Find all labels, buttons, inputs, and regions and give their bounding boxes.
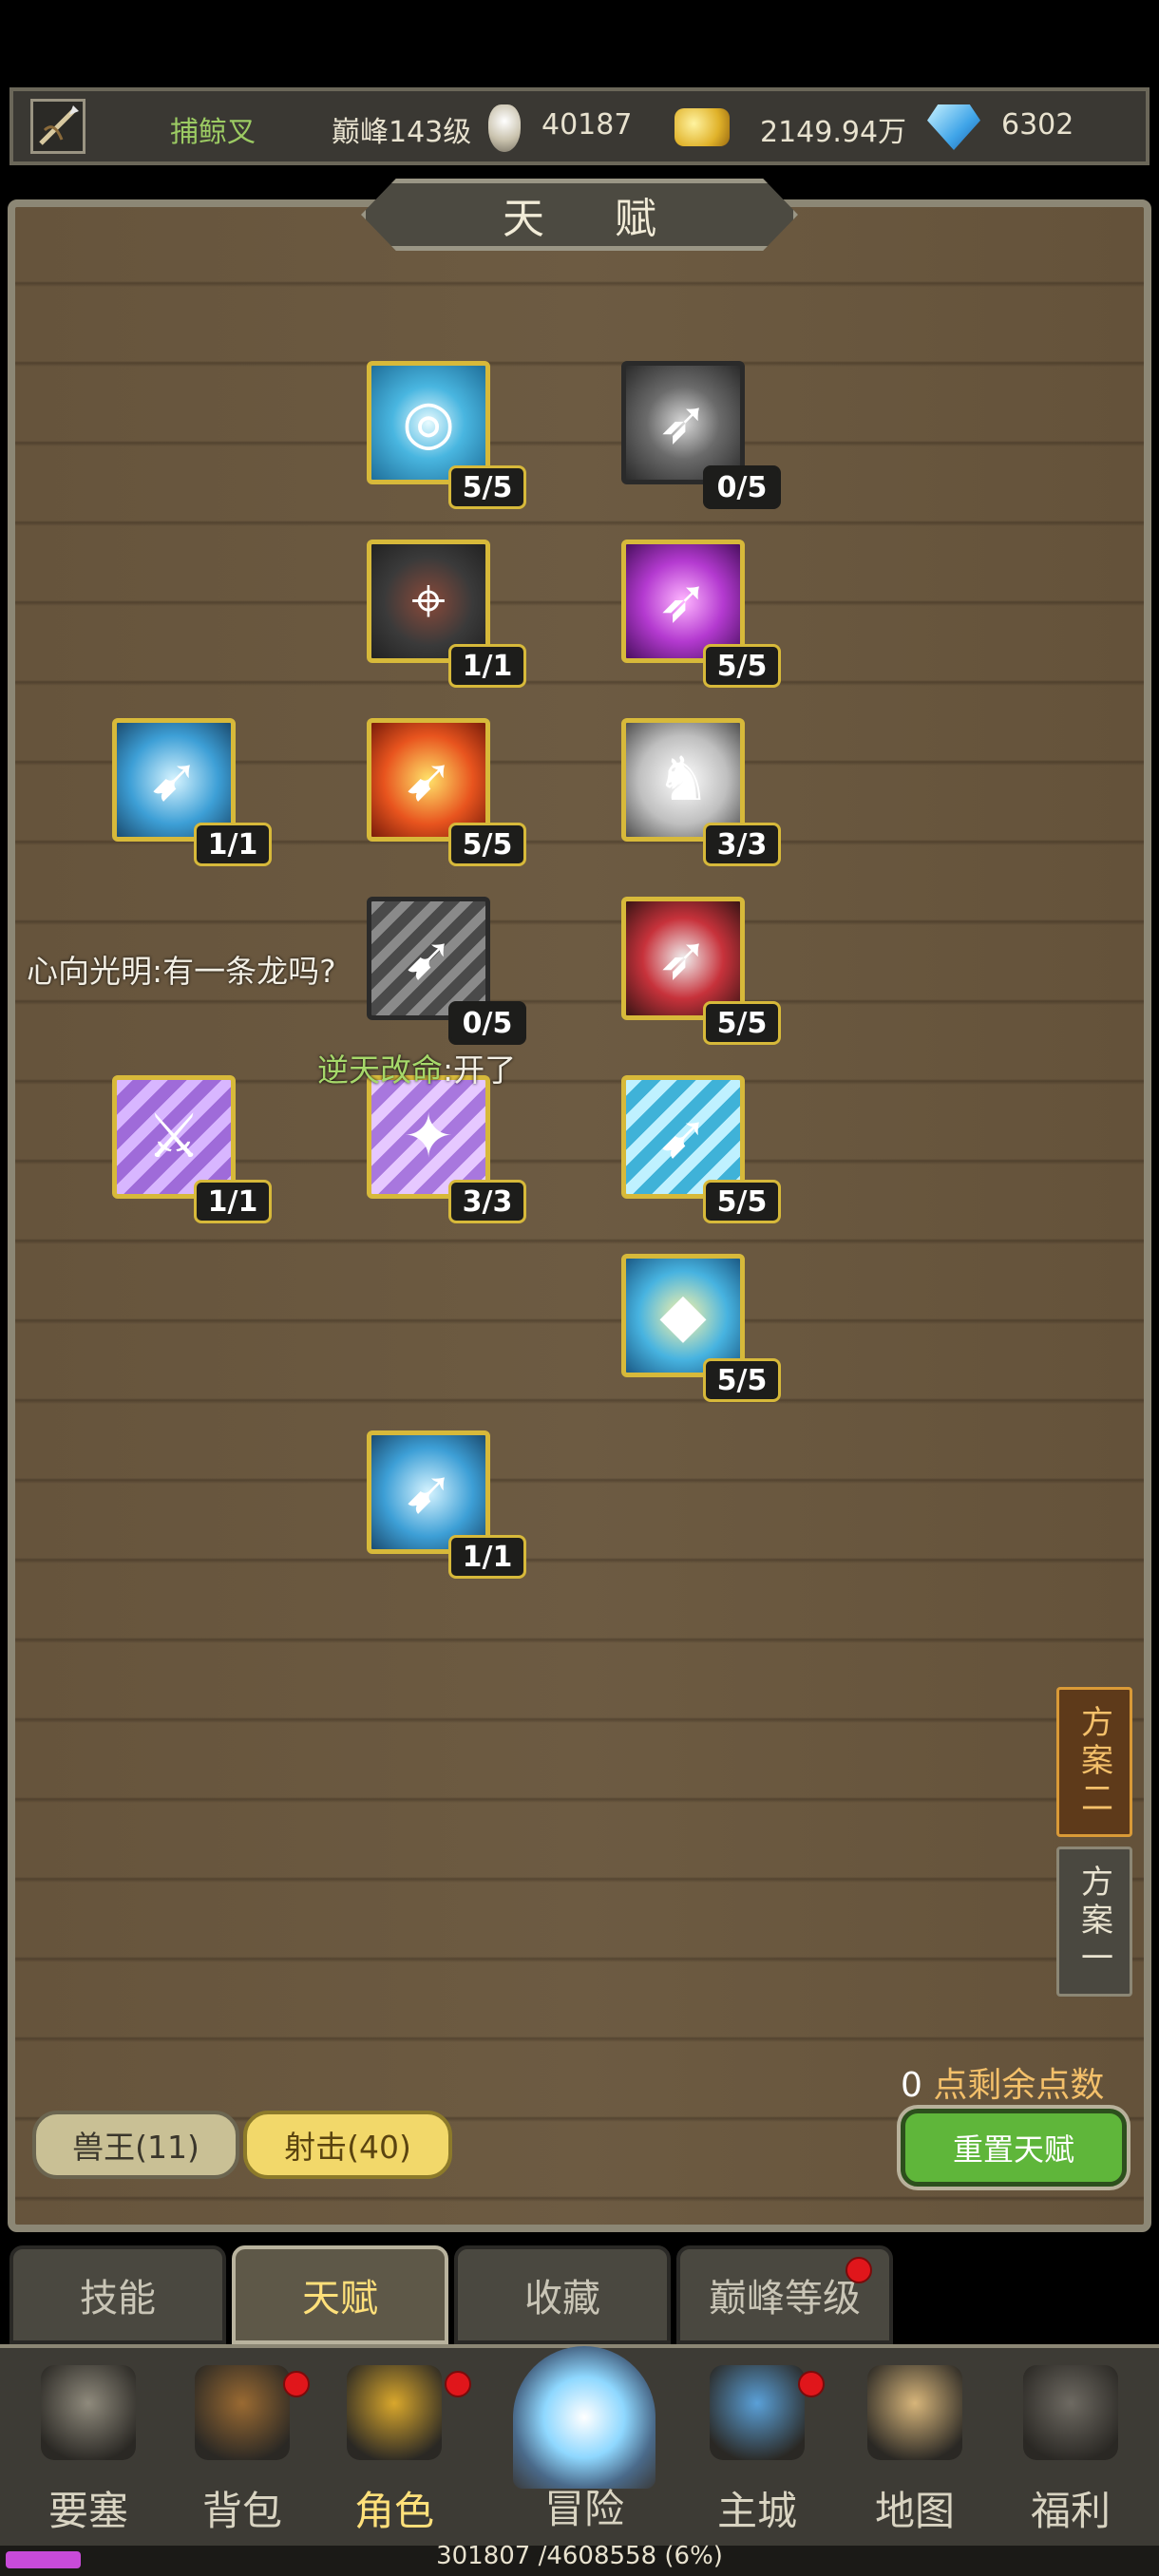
talent-rank-badge: 5/5 <box>448 465 526 509</box>
talent-rank-badge: 1/1 <box>448 1535 526 1579</box>
nav-label: 背包 <box>201 2488 282 2534</box>
talent-rank-badge: 5/5 <box>703 1180 781 1223</box>
tab-skills[interactable]: 技能 <box>10 2245 226 2344</box>
nav-map[interactable]: 地图 <box>844 2365 986 2536</box>
remaining-label: 点剩余点数 <box>933 2066 1105 2105</box>
nav-label: 福利 <box>1030 2488 1111 2534</box>
talent-rank-badge: 5/5 <box>703 1358 781 1402</box>
weapon-name: 捕鲸叉 <box>170 116 256 149</box>
nav-welfare[interactable]: 福利 <box>999 2365 1142 2536</box>
red-target-spear-icon: ➶ <box>657 923 709 994</box>
bat-icon: ✦ <box>403 1102 454 1172</box>
talent-rank-badge: 5/5 <box>703 1001 781 1045</box>
diamond-icon[interactable] <box>927 104 980 150</box>
map-icon <box>867 2365 962 2460</box>
chat-text: :开了 <box>443 1051 517 1089</box>
gold-spear-icon: ◆ <box>659 1280 707 1351</box>
talent-panel <box>8 199 1151 2232</box>
purple-dagger-icon: ⚔ <box>146 1102 201 1172</box>
plan-tab-1[interactable]: 方案一 <box>1056 1847 1132 1997</box>
backpack-icon <box>195 2365 290 2460</box>
nav-label: 冒险 <box>543 2486 624 2532</box>
notification-dot <box>445 2371 471 2397</box>
chat-message: 逆天改命:开了 <box>317 1045 516 1090</box>
peak-level: 巅峰143级 <box>332 116 472 149</box>
reset-talents-button[interactable]: 重置天赋 <box>901 2109 1127 2187</box>
diamond-amount: 6302 <box>1001 108 1074 142</box>
peak-points: 40187 <box>542 108 633 142</box>
whirlpool-icon: ◎ <box>402 388 455 458</box>
nav-label: 角色 <box>353 2488 434 2534</box>
purple-lightning-spear-icon: ➶ <box>657 566 709 636</box>
notification-dot <box>798 2371 825 2397</box>
peak-point-icon <box>488 104 521 152</box>
talent-rank-badge: 1/1 <box>194 1180 272 1223</box>
gold-amount: 2149.94万 <box>760 116 907 149</box>
remaining-count: 0 <box>901 2066 922 2105</box>
branch-beast-king-button[interactable]: 兽王(11) <box>32 2111 239 2179</box>
status-bar <box>0 0 1159 85</box>
nav-fortress[interactable]: 要塞 <box>17 2365 160 2536</box>
talent-rank-badge: 0/5 <box>703 465 781 509</box>
blue-spear-icon: ➹ <box>403 1457 454 1527</box>
weapon-slot[interactable] <box>30 99 86 154</box>
tab-talents[interactable]: 天赋 <box>232 2245 448 2344</box>
nav-label: 主城 <box>716 2488 797 2534</box>
blue-spear-icon: ➹ <box>148 745 200 815</box>
main-city-icon <box>710 2365 805 2460</box>
resource-bar: 捕鲸叉 巅峰143级 40187 2149.94万 6302 <box>10 87 1150 165</box>
character-icon <box>347 2365 442 2460</box>
remaining-points: 0 点剩余点数 <box>901 2057 1104 2107</box>
welfare-icon <box>1023 2365 1118 2460</box>
talent-rank-badge: 1/1 <box>194 823 272 866</box>
plan-tab-2[interactable]: 方案二 <box>1056 1687 1132 1837</box>
talent-rank-badge: 1/1 <box>448 644 526 688</box>
panel-title: 天 赋 <box>361 179 798 251</box>
nav-label: 要塞 <box>48 2488 128 2534</box>
chat-message: 心向光明:有一条龙吗? <box>27 953 336 990</box>
target-arrow-icon: ➶ <box>657 388 709 458</box>
tab-collection[interactable]: 收藏 <box>454 2245 671 2344</box>
talent-rank-badge: 5/5 <box>703 644 781 688</box>
nav-adventure[interactable]: 冒险 <box>494 2346 674 2532</box>
talent-rank-badge: 5/5 <box>448 823 526 866</box>
xp-text: 301807 /4608558 (6%) <box>436 2542 723 2570</box>
talent-rank-badge: 3/3 <box>448 1180 526 1223</box>
fortress-icon <box>41 2365 136 2460</box>
branch-shooting-button[interactable]: 射击(40) <box>243 2111 452 2179</box>
eagle-icon: ♞ <box>656 745 711 815</box>
fire-spear-icon: ➹ <box>403 745 454 815</box>
nav-label: 地图 <box>874 2488 955 2534</box>
ice-spear-icon: ➹ <box>657 1102 709 1172</box>
crosshair-skull-icon: ⌖ <box>410 566 446 636</box>
talent-rank-badge: 3/3 <box>703 823 781 866</box>
gold-coins-icon[interactable] <box>674 108 730 146</box>
notification-dot <box>846 2257 872 2283</box>
adventure-icon <box>513 2346 656 2489</box>
harpoon-icon <box>39 105 79 145</box>
notification-dot <box>283 2371 310 2397</box>
talent-rank-badge: 0/5 <box>448 1001 526 1045</box>
chat-sender: 逆天改命 <box>317 1051 443 1089</box>
grey-spear-icon: ➹ <box>403 923 454 994</box>
nav-character[interactable]: 角色 <box>323 2365 466 2536</box>
